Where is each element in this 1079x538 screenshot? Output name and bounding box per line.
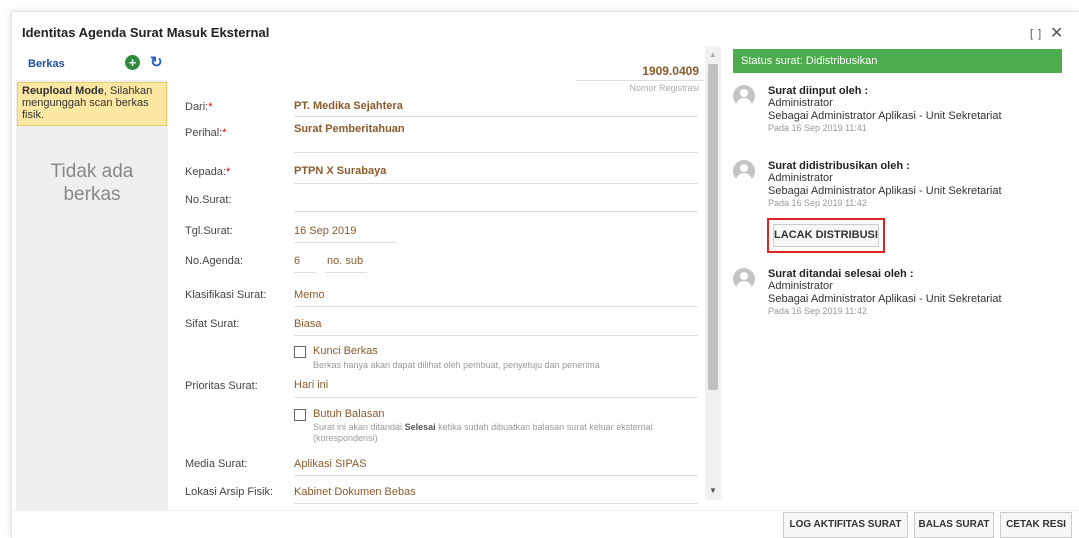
notice-mode: Reupload Mode <box>22 85 104 97</box>
kepada-label: Kepada:* <box>185 166 230 178</box>
butuh-balasan-help: Surat ini akan ditandai Selesai ketika s… <box>313 422 703 444</box>
dialog-title: Identitas Agenda Surat Masuk Eksternal <box>22 25 270 40</box>
butuh-help-part1: Surat ini akan ditandai <box>313 422 405 432</box>
dari-label-text: Dari: <box>185 101 209 113</box>
status-header: Status surat: Didistribusikan <box>733 49 1062 73</box>
scroll-down-icon[interactable]: ▼ <box>709 486 717 495</box>
kepada-label-text: Kepada: <box>185 166 226 178</box>
noagenda-field[interactable]: 6 <box>294 255 300 267</box>
lokasi-underline <box>294 503 698 504</box>
tglsurat-underline <box>294 242 396 243</box>
sifat-label: Sifat Surat: <box>185 318 240 330</box>
entry-role: Sebagai Administrator Aplikasi - Unit Se… <box>768 293 1002 305</box>
prioritas-field[interactable]: Hari ini <box>294 379 328 391</box>
noagenda-sub-field[interactable]: no. sub <box>327 255 363 267</box>
registration-label: Nomor Registrasi <box>629 83 699 93</box>
avatar-icon <box>733 85 755 107</box>
kepada-underline <box>294 183 698 184</box>
required-mark: * <box>208 101 213 113</box>
nosurat-underline <box>294 211 698 212</box>
balas-surat-button[interactable]: BALAS SURAT <box>914 512 994 538</box>
perihal-underline <box>294 152 698 153</box>
entry-role: Sebagai Administrator Aplikasi - Unit Se… <box>768 110 1002 122</box>
dari-underline <box>294 116 698 117</box>
entry-role: Sebagai Administrator Aplikasi - Unit Se… <box>768 185 1002 197</box>
registration-number: 1909.0409 <box>642 64 699 78</box>
klasifikasi-field[interactable]: Memo <box>294 289 325 301</box>
sifat-underline <box>294 335 698 336</box>
prioritas-label: Prioritas Surat: <box>185 380 258 392</box>
dari-field[interactable]: PT. Medika Sejahtera <box>294 100 403 112</box>
entry-title: Surat ditandai selesai oleh : <box>768 268 914 280</box>
close-icon[interactable]: ✕ <box>1050 23 1063 43</box>
entry-time: Pada 16 Sep 2019 11:41 <box>768 123 867 133</box>
sifat-field[interactable]: Biasa <box>294 318 322 330</box>
klasifikasi-label: Klasifikasi Surat: <box>185 289 267 301</box>
cetak-resi-button[interactable]: CETAK RESI <box>1000 512 1072 538</box>
add-file-icon[interactable]: + <box>125 55 140 70</box>
kunci-berkas-label: Kunci Berkas <box>313 345 378 357</box>
dari-label: Dari:* <box>185 101 213 113</box>
files-header: Berkas + ↻ <box>16 48 168 80</box>
entry-name: Administrator <box>768 172 833 184</box>
entry-time: Pada 16 Sep 2019 11:42 <box>768 306 867 316</box>
scroll-up-icon[interactable]: ▲ <box>709 50 717 59</box>
butuh-balasan-checkbox[interactable] <box>294 409 306 421</box>
entry-time: Pada 16 Sep 2019 11:42 <box>768 198 867 208</box>
empty-line-2: berkas <box>63 184 121 205</box>
noagenda-sub-underline <box>325 272 367 273</box>
media-label: Media Surat: <box>185 458 248 470</box>
tglsurat-field[interactable]: 16 Sep 2019 <box>294 225 356 237</box>
media-field[interactable]: Aplikasi SIPAS <box>294 458 367 470</box>
lacak-distribusi-button[interactable]: LACAK DISTRIBUSI <box>773 224 879 247</box>
nosurat-label: No.Surat: <box>185 194 232 206</box>
media-underline <box>294 475 698 476</box>
scroll-thumb[interactable] <box>708 64 718 390</box>
perihal-field[interactable]: Surat Pemberitahuan <box>294 123 405 135</box>
agenda-form: 1909.0409 Nomor Registrasi Dari:* PT. Me… <box>168 48 704 510</box>
entry-name: Administrator <box>768 97 833 109</box>
entry-title: Surat didistribusikan oleh : <box>768 160 910 172</box>
lacak-highlight: LACAK DISTRIBUSI <box>767 218 885 253</box>
tglsurat-label: Tgl.Surat: <box>185 225 233 237</box>
form-scrollbar[interactable]: ▲ ▼ <box>705 46 721 500</box>
required-mark: * <box>222 127 227 139</box>
kunci-berkas-checkbox[interactable] <box>294 346 306 358</box>
lokasi-field[interactable]: Kabinet Dokumen Bebas <box>294 486 416 498</box>
log-aktifitas-button[interactable]: LOG AKTIFITAS SURAT <box>783 512 908 538</box>
files-panel: Berkas + ↻ Reupload Mode, Silahkan mengu… <box>16 48 168 510</box>
noagenda-label: No.Agenda: <box>185 255 244 267</box>
registration-underline <box>576 80 704 81</box>
kepada-field[interactable]: PTPN X Surabaya <box>294 165 386 177</box>
prioritas-underline <box>294 397 698 398</box>
kunci-berkas-help: Berkas hanya akan dapat dilihat oleh pem… <box>313 360 600 370</box>
butuh-help-bold: Selesai <box>404 422 436 432</box>
entry-title: Surat diinput oleh : <box>768 85 869 97</box>
footer-divider <box>11 510 1079 511</box>
empty-files-message: Tidak ada berkas <box>16 160 168 206</box>
avatar-icon <box>733 160 755 182</box>
empty-line-1: Tidak ada <box>50 161 134 182</box>
klasifikasi-underline <box>294 306 698 307</box>
entry-name: Administrator <box>768 280 833 292</box>
files-label: Berkas <box>28 58 65 70</box>
perihal-label-text: Perihal: <box>185 127 223 139</box>
maximize-icon[interactable]: [ ] <box>1030 28 1042 40</box>
noagenda-underline <box>294 272 316 273</box>
reupload-notice: Reupload Mode, Silahkan mengunggah scan … <box>17 82 167 126</box>
required-mark: * <box>225 166 231 178</box>
perihal-label: Perihal:* <box>185 127 227 139</box>
avatar-icon <box>733 268 755 290</box>
refresh-icon[interactable]: ↻ <box>150 53 163 71</box>
butuh-balasan-label: Butuh Balasan <box>313 408 385 420</box>
lokasi-label: Lokasi Arsip Fisik: <box>185 486 274 498</box>
